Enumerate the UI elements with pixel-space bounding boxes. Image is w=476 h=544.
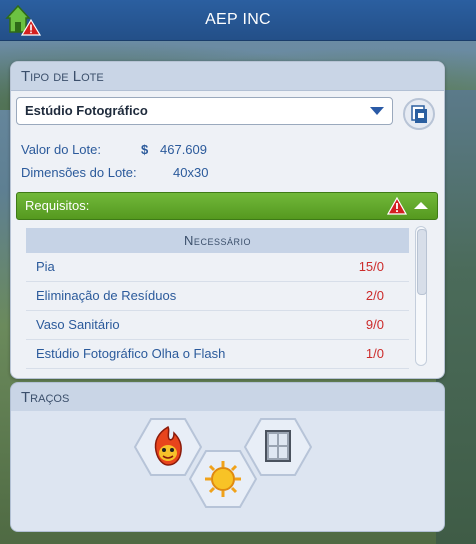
lot-value-row: Valor do Lote: $ 467.609 — [21, 142, 421, 160]
simoleon-icon: $ — [141, 142, 149, 157]
requirements-table-header: Necessário — [26, 228, 409, 253]
traits-panel: Traços — [10, 382, 445, 532]
lot-name-title: AEP INC — [205, 11, 271, 28]
lot-size: 40x30 — [173, 165, 209, 180]
requirement-row: Estúdio Fotográfico Olha o Flash 1/0 — [26, 340, 409, 369]
chevron-down-icon — [370, 107, 384, 115]
requirement-row: Vaso Sanitário 9/0 — [26, 311, 409, 340]
top-bar: AEP INC — [0, 0, 476, 41]
requirement-row: Eliminação de Resíduos 2/0 — [26, 282, 409, 311]
lot-type-header: Tipo de Lote — [11, 62, 444, 91]
requirement-value: 2/0 — [365, 288, 384, 303]
lot-size-label: Dimensões do Lote: — [21, 165, 137, 180]
requirement-name: Vaso Sanitário — [36, 317, 120, 332]
lot-type-panel: Tipo de Lote Estúdio Fotográfico Valor d… — [10, 61, 445, 379]
lot-value-label: Valor do Lote: — [21, 142, 101, 157]
chevron-up-icon — [414, 202, 428, 209]
requirement-name: Eliminação de Resíduos — [36, 288, 177, 303]
lot-info-button[interactable] — [403, 98, 435, 130]
requirements-toggle[interactable]: Requisitos: — [16, 192, 438, 220]
requirement-row: Pia 15/0 — [26, 253, 409, 282]
lot-info-icon — [411, 105, 427, 123]
traits-header: Traços — [11, 383, 444, 412]
lot-value: 467.609 — [160, 142, 207, 157]
requirement-value: 1/0 — [365, 346, 384, 361]
scroll-thumb[interactable] — [417, 229, 427, 295]
requirement-name: Estúdio Fotográfico Olha o Flash — [36, 346, 226, 361]
lot-size-row: Dimensões do Lote: 40x30 — [21, 165, 421, 183]
requirements-table: Necessário Pia 15/0 Eliminação de Resídu… — [26, 228, 409, 369]
warning-icon — [387, 197, 407, 215]
requirement-value: 9/0 — [365, 317, 384, 332]
window-trait-icon — [243, 418, 313, 476]
requirements-scrollbar[interactable] — [415, 226, 427, 366]
requirement-value: 15/0 — [358, 259, 384, 274]
requirement-name: Pia — [36, 259, 55, 274]
requirements-label: Requisitos: — [25, 198, 90, 213]
trait-slot-3[interactable] — [243, 417, 313, 482]
lot-type-selected: Estúdio Fotográfico — [25, 103, 148, 118]
lot-type-dropdown[interactable]: Estúdio Fotográfico — [16, 97, 393, 125]
